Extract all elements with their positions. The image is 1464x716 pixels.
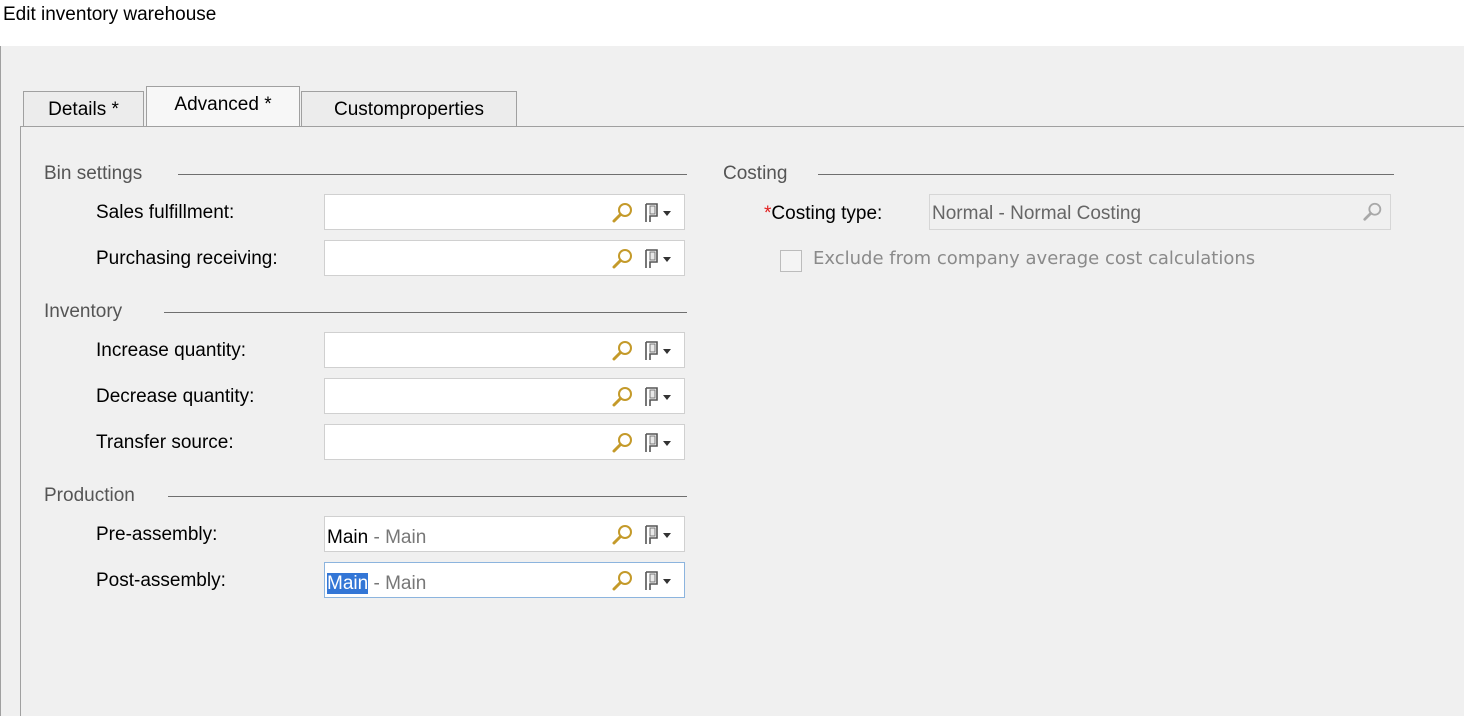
post-assembly-code: Main — [327, 573, 369, 594]
decrease-quantity-label: Decrease quantity: — [96, 386, 255, 407]
increase-quantity-field[interactable] — [324, 332, 685, 368]
sales-fulfillment-label: Sales fulfillment: — [96, 202, 235, 223]
group-costing-divider — [818, 174, 1394, 175]
search-icon[interactable] — [611, 339, 635, 363]
purchasing-receiving-label: Purchasing receiving: — [96, 248, 278, 269]
window-title: Edit inventory warehouse — [3, 4, 217, 25]
sales-fulfillment-field[interactable] — [324, 194, 685, 230]
exclude-average-cost-checkbox — [780, 250, 802, 272]
search-icon[interactable] — [611, 201, 635, 225]
group-inventory-divider — [164, 312, 687, 313]
panel-border — [20, 126, 21, 716]
group-bin-settings-label: Bin settings — [44, 163, 143, 184]
costing-type-label: *Costing type: — [764, 203, 883, 224]
transfer-source-label: Transfer source: — [96, 432, 234, 453]
tab-strip-divider — [20, 126, 1464, 127]
dialog-body — [0, 46, 1464, 716]
post-assembly-label: Post-assembly: — [96, 570, 226, 591]
transfer-source-field[interactable] — [324, 424, 685, 460]
group-costing-label: Costing — [723, 163, 788, 184]
pre-assembly-field[interactable]: Main - Main — [324, 516, 685, 552]
pre-assembly-code: Main — [327, 527, 369, 548]
post-assembly-desc: - Main — [368, 573, 427, 594]
purchasing-receiving-field[interactable] — [324, 240, 685, 276]
search-icon[interactable] — [611, 431, 635, 455]
search-icon[interactable] — [611, 247, 635, 271]
increase-quantity-label: Increase quantity: — [96, 340, 246, 361]
tab-details[interactable]: Details * — [23, 91, 144, 127]
search-icon — [1363, 202, 1382, 221]
group-inventory-label: Inventory — [44, 301, 123, 322]
post-assembly-field[interactable]: Main - Main — [324, 562, 685, 598]
flag-dropdown-icon[interactable] — [643, 202, 679, 224]
flag-dropdown-icon[interactable] — [643, 340, 679, 362]
flag-dropdown-icon[interactable] — [643, 386, 679, 408]
group-bin-settings-divider — [178, 174, 687, 175]
decrease-quantity-field[interactable] — [324, 378, 685, 414]
costing-type-field: Normal - Normal Costing — [929, 194, 1391, 230]
pre-assembly-label: Pre-assembly: — [96, 524, 218, 545]
search-icon[interactable] — [611, 569, 635, 593]
search-icon[interactable] — [611, 523, 635, 547]
exclude-average-cost-label: Exclude from company average cost calcul… — [813, 248, 1256, 269]
pre-assembly-desc: - Main — [368, 527, 427, 548]
tab-advanced[interactable]: Advanced * — [146, 86, 300, 127]
group-production-label: Production — [44, 485, 135, 506]
tab-custom-properties[interactable]: Customproperties — [301, 91, 517, 127]
flag-dropdown-icon[interactable] — [643, 570, 679, 592]
flag-dropdown-icon[interactable] — [643, 524, 679, 546]
search-icon[interactable] — [611, 385, 635, 409]
costing-type-value: Normal - Normal Costing — [932, 203, 1142, 224]
window-titlebar: Edit inventory warehouse — [0, 0, 1464, 46]
flag-dropdown-icon[interactable] — [643, 432, 679, 454]
flag-dropdown-icon[interactable] — [643, 248, 679, 270]
group-production-divider — [168, 496, 687, 497]
